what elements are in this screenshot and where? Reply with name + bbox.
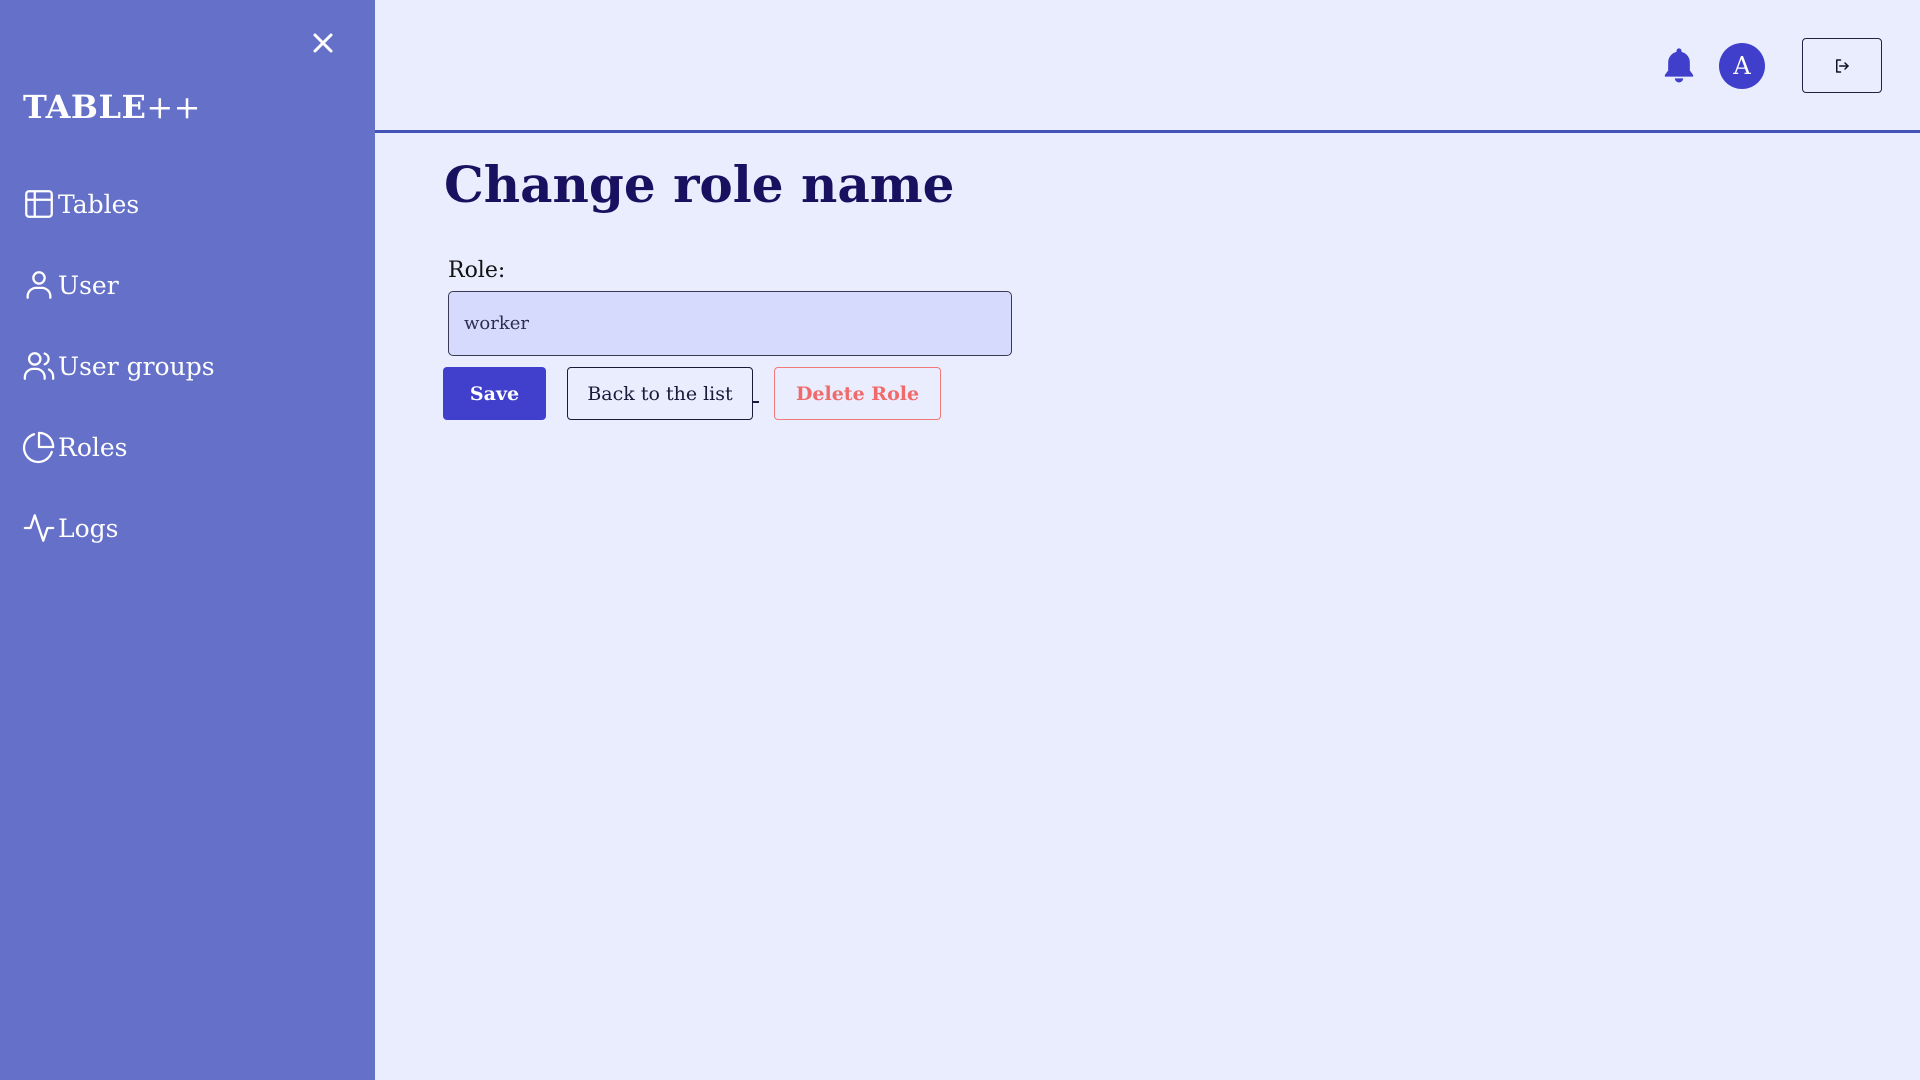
brand-suffix: ++ xyxy=(146,88,201,126)
close-sidebar-button[interactable] xyxy=(306,26,340,60)
save-button[interactable]: Save xyxy=(443,367,546,420)
sidebar-item-label: Tables xyxy=(58,189,140,219)
sidebar-item-label: User xyxy=(58,270,119,300)
logout-button[interactable] xyxy=(1802,38,1882,93)
sidebar-item-tables[interactable]: Tables xyxy=(22,182,362,226)
table-icon xyxy=(22,187,56,221)
activity-icon xyxy=(22,511,56,545)
sidebar-item-user[interactable]: User xyxy=(22,263,362,307)
back-to-list-button[interactable]: Back to the list xyxy=(567,367,753,420)
logout-icon xyxy=(1836,58,1849,73)
app-logo: TABLE++ xyxy=(23,88,201,126)
sidebar-nav: Tables User User groups Roles Logs xyxy=(22,182,362,587)
sidebar-item-logs[interactable]: Logs xyxy=(22,506,362,550)
avatar[interactable]: A xyxy=(1719,43,1765,89)
sidebar-item-label: Roles xyxy=(58,432,128,462)
sidebar: TABLE++ Tables User User groups Roles Lo… xyxy=(0,0,375,1080)
close-icon xyxy=(313,33,333,53)
sidebar-item-label: Logs xyxy=(58,513,119,543)
brand-name: TABLE xyxy=(23,88,147,126)
role-label: Role: xyxy=(448,258,506,283)
role-name-input[interactable] xyxy=(448,291,1012,356)
sidebar-item-label: User groups xyxy=(58,351,215,381)
divider-mark xyxy=(752,401,759,403)
delete-role-button[interactable]: Delete Role xyxy=(774,367,941,420)
pie-chart-icon xyxy=(22,430,56,464)
page-title: Change role name xyxy=(444,155,955,214)
users-icon xyxy=(22,349,56,383)
user-icon xyxy=(22,268,56,302)
sidebar-item-user-groups[interactable]: User groups xyxy=(22,344,362,388)
bell-icon xyxy=(1664,48,1694,83)
sidebar-item-roles[interactable]: Roles xyxy=(22,425,362,469)
notifications-button[interactable] xyxy=(1659,44,1699,86)
